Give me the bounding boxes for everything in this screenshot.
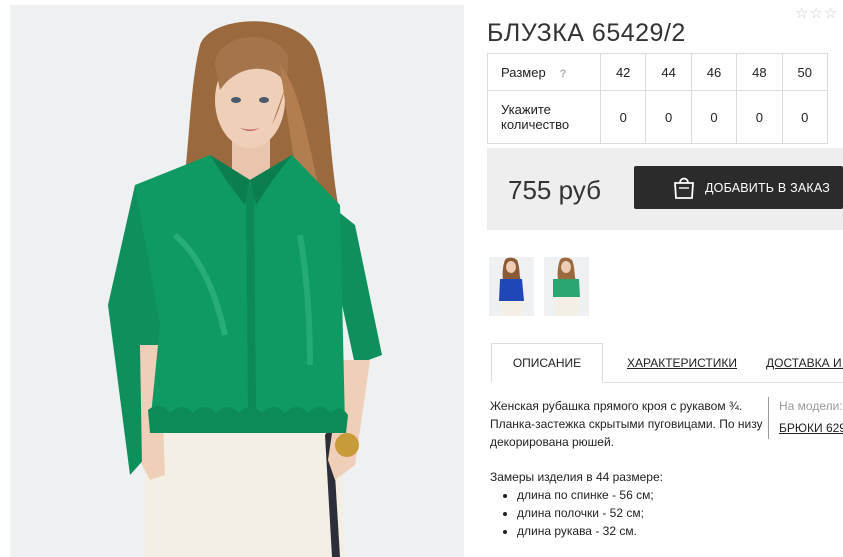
star-icon[interactable]: ☆: [809, 6, 822, 21]
tab-description[interactable]: ОПИСАНИЕ: [491, 343, 603, 383]
list-item: длина рукава - 32 см.: [517, 522, 765, 540]
info-tabs: ОПИСАНИЕ ХАРАКТЕРИСТИКИ ДОСТАВКА И О: [491, 343, 843, 383]
quantity-label: Укажите количество: [487, 90, 601, 144]
tab-characteristics[interactable]: ХАРАКТЕРИСТИКИ: [627, 343, 737, 382]
star-icon[interactable]: ☆: [824, 6, 837, 21]
size-option: 44: [645, 53, 692, 91]
on-model-link[interactable]: БРЮКИ 6291: [779, 419, 843, 437]
on-model-panel: На модели: БРЮКИ 6291: [768, 397, 843, 439]
quantity-field[interactable]: 0: [781, 90, 829, 144]
buy-box: 755 руб ДОБАВИТЬ В ЗАКАЗ: [487, 148, 843, 230]
size-label: Размер: [501, 64, 546, 80]
add-to-order-label: ДОБАВИТЬ В ЗАКАЗ: [705, 180, 831, 195]
size-option: 50: [781, 53, 829, 91]
tab-delivery[interactable]: ДОСТАВКА И О: [766, 343, 843, 382]
list-item: длина по спинке - 56 см;: [517, 486, 765, 504]
thumbnail-green-blouse[interactable]: [544, 257, 589, 316]
list-item: длина полочки - 52 см;: [517, 504, 765, 522]
quantity-field[interactable]: 0: [599, 90, 647, 144]
measures-list: длина по спинке - 56 см; длина полочки -…: [490, 486, 765, 540]
help-icon[interactable]: ?: [560, 68, 567, 80]
price: 755 руб: [508, 175, 601, 205]
size-option: 48: [736, 53, 783, 91]
product-title: БЛУЗКА 65429/2: [487, 18, 686, 47]
description-text: Женская рубашка прямого кроя с рукавом ¾…: [490, 399, 763, 449]
add-to-order-button[interactable]: ДОБАВИТЬ В ЗАКАЗ: [634, 166, 843, 209]
size-option: 46: [690, 53, 738, 91]
size-option: 42: [599, 53, 647, 91]
size-table: Размер? 42 44 46 48 50 Укажите количеств…: [487, 53, 829, 144]
on-model-label: На модели:: [779, 399, 843, 413]
measures-title: Замеры изделия в 44 размере:: [490, 470, 663, 484]
description-panel: Женская рубашка прямого кроя с рукавом ¾…: [490, 397, 765, 540]
product-photo[interactable]: [10, 5, 464, 557]
rating-stars[interactable]: ☆ ☆ ☆: [795, 6, 837, 21]
shopping-bag-icon: [672, 175, 696, 203]
star-icon[interactable]: ☆: [795, 6, 808, 21]
quantity-field[interactable]: 0: [736, 90, 783, 144]
thumbnail-blue-blouse[interactable]: [489, 257, 534, 316]
size-label-cell: Размер?: [487, 53, 601, 91]
quantity-field[interactable]: 0: [690, 90, 738, 144]
quantity-field[interactable]: 0: [645, 90, 692, 144]
